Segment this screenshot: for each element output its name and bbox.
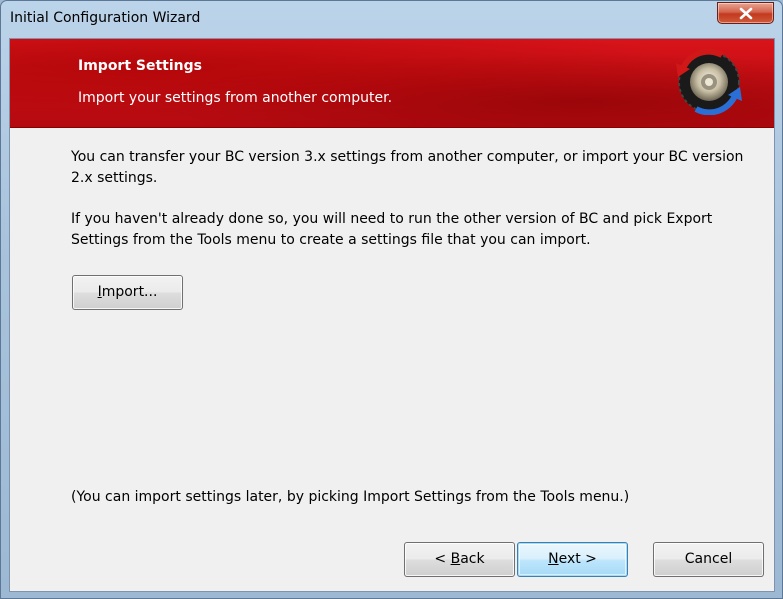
page-subtitle: Import your settings from another comput… — [78, 90, 393, 106]
next-label: ext > — [558, 551, 597, 567]
title-bar[interactable]: Initial Configuration Wizard — [1, 1, 782, 37]
back-prefix: < — [434, 551, 451, 567]
next-button[interactable]: Next > — [517, 542, 628, 577]
window-title: Initial Configuration Wizard — [10, 10, 201, 26]
import-button[interactable]: Import... — [72, 275, 183, 310]
close-button[interactable] — [717, 2, 774, 24]
page-title: Import Settings — [78, 58, 202, 74]
dialog-client-area: Import Settings Import your settings fro… — [9, 38, 775, 592]
export-instructions: If you haven't already done so, you will… — [71, 211, 713, 248]
cancel-button[interactable]: Cancel — [653, 542, 764, 577]
import-label: mport... — [101, 284, 158, 300]
beyond-compare-logo-icon — [676, 49, 742, 115]
back-label: ack — [460, 551, 485, 567]
import-later-note: (You can import settings later, by picki… — [71, 489, 630, 505]
next-mnemonic: N — [548, 551, 559, 567]
back-mnemonic: B — [450, 551, 461, 567]
transfer-description: You can transfer your BC version 3.x set… — [71, 149, 744, 186]
close-icon — [739, 7, 753, 20]
wizard-window: Initial Configuration Wizard Import Sett… — [0, 0, 783, 599]
back-button[interactable]: < Back — [404, 542, 515, 577]
header-banner: Import Settings Import your settings fro… — [10, 39, 774, 128]
